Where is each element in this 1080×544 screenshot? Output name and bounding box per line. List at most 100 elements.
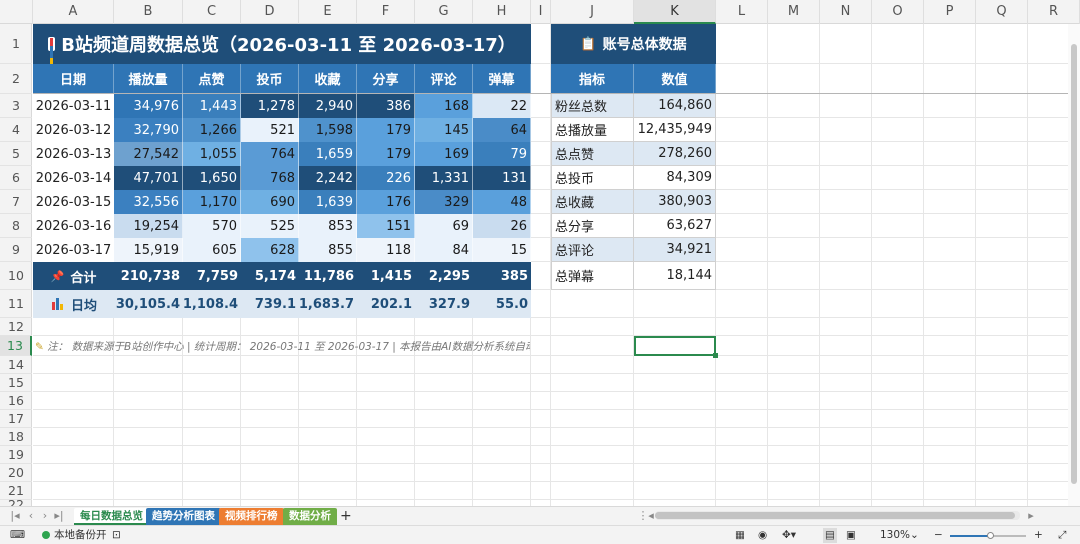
account-metric-cell[interactable]: 总弹幕: [551, 262, 634, 290]
column-header-q[interactable]: Q: [976, 0, 1028, 24]
column-header-p[interactable]: P: [924, 0, 976, 24]
backup-status[interactable]: 本地备份开: [42, 528, 107, 543]
zoom-in-button[interactable]: +: [1034, 528, 1043, 543]
sheet-grid[interactable]: B站频道周数据总览（2026-03-11 至 2026-03-17） 日期 播放量点…: [33, 24, 1068, 506]
column-header-b[interactable]: B: [114, 0, 183, 24]
data-cell[interactable]: 386: [357, 94, 415, 118]
data-cell[interactable]: 26: [473, 214, 531, 238]
row-header-13[interactable]: 13: [0, 336, 32, 356]
vertical-scroll-thumb[interactable]: [1071, 44, 1077, 484]
account-value-cell[interactable]: 164,860: [634, 94, 716, 118]
scroll-right-arrow-icon[interactable]: ▸: [1024, 508, 1038, 524]
date-cell[interactable]: 2026-03-13: [33, 142, 114, 166]
column-header-o[interactable]: O: [872, 0, 924, 24]
average-cell[interactable]: 55.0: [473, 290, 531, 318]
total-cell[interactable]: 385: [473, 262, 531, 290]
column-header-l[interactable]: L: [716, 0, 768, 24]
data-cell[interactable]: 19,254: [114, 214, 183, 238]
data-cell[interactable]: 27,542: [114, 142, 183, 166]
data-cell[interactable]: 521: [241, 118, 299, 142]
data-cell[interactable]: 1,598: [299, 118, 357, 142]
data-cell[interactable]: 329: [415, 190, 473, 214]
row-header-10[interactable]: 10: [0, 262, 32, 290]
data-cell[interactable]: 176: [357, 190, 415, 214]
row-header-20[interactable]: 20: [0, 464, 32, 482]
eye-protect-icon[interactable]: ◉: [758, 528, 767, 543]
prev-sheet-icon[interactable]: ‹: [24, 508, 38, 524]
data-cell[interactable]: 1,055: [183, 142, 241, 166]
column-header-h[interactable]: H: [473, 0, 531, 24]
vertical-scrollbar[interactable]: [1068, 24, 1080, 506]
account-metric-cell[interactable]: 总分享: [551, 214, 634, 238]
first-sheet-icon[interactable]: |◂: [8, 508, 22, 524]
column-header-m[interactable]: M: [768, 0, 820, 24]
page-break-icon[interactable]: ▣: [846, 528, 856, 543]
row-header-14[interactable]: 14: [0, 356, 32, 374]
data-cell[interactable]: 118: [357, 238, 415, 262]
add-sheet-button[interactable]: +: [340, 507, 352, 525]
data-cell[interactable]: 570: [183, 214, 241, 238]
total-cell[interactable]: 5,174: [241, 262, 299, 290]
data-cell[interactable]: 32,556: [114, 190, 183, 214]
row-header-17[interactable]: 17: [0, 410, 32, 428]
total-cell[interactable]: 210,738: [114, 262, 183, 290]
row-header-11[interactable]: 11: [0, 290, 32, 318]
data-cell[interactable]: 1,659: [299, 142, 357, 166]
data-cell[interactable]: 1,650: [183, 166, 241, 190]
last-sheet-icon[interactable]: ▸|: [52, 508, 66, 524]
data-cell[interactable]: 1,170: [183, 190, 241, 214]
header-cell-7[interactable]: 弹幕: [473, 64, 531, 94]
date-cell[interactable]: 2026-03-15: [33, 190, 114, 214]
row-header-3[interactable]: 3: [0, 94, 32, 118]
crosshair-icon[interactable]: ✥▾: [782, 528, 796, 543]
data-cell[interactable]: 168: [415, 94, 473, 118]
date-cell[interactable]: 2026-03-12: [33, 118, 114, 142]
data-cell[interactable]: 855: [299, 238, 357, 262]
account-metric-cell[interactable]: 总点赞: [551, 142, 634, 166]
average-cell[interactable]: 30,105.4: [114, 290, 183, 318]
data-cell[interactable]: 145: [415, 118, 473, 142]
account-metric-cell[interactable]: 粉丝总数: [551, 94, 634, 118]
zoom-dropdown-icon[interactable]: ⌄: [910, 528, 919, 543]
account-header-cell[interactable]: 数值: [634, 64, 716, 94]
zoom-slider-knob[interactable]: [987, 532, 994, 539]
total-cell[interactable]: 11,786: [299, 262, 357, 290]
row-header-9[interactable]: 9: [0, 238, 32, 262]
average-cell[interactable]: 1,683.7: [299, 290, 357, 318]
data-cell[interactable]: 15,919: [114, 238, 183, 262]
sheet-tab-2[interactable]: 视频排行榜: [219, 508, 284, 525]
row-header-15[interactable]: 15: [0, 374, 32, 392]
data-cell[interactable]: 32,790: [114, 118, 183, 142]
row-header-1[interactable]: 1: [0, 24, 32, 64]
account-metric-cell[interactable]: 总播放量: [551, 118, 634, 142]
column-header-g[interactable]: G: [415, 0, 473, 24]
row-header-6[interactable]: 6: [0, 166, 32, 190]
account-value-cell[interactable]: 84,309: [634, 166, 716, 190]
macro-icon[interactable]: ⌨: [10, 528, 25, 543]
column-header-a[interactable]: A: [33, 0, 114, 24]
total-cell[interactable]: 7,759: [183, 262, 241, 290]
data-cell[interactable]: 131: [473, 166, 531, 190]
zoom-value[interactable]: 130%: [880, 528, 910, 543]
header-cell-3[interactable]: 投币: [241, 64, 299, 94]
data-cell[interactable]: 34,976: [114, 94, 183, 118]
account-metric-cell[interactable]: 总收藏: [551, 190, 634, 214]
total-cell[interactable]: 2,295: [415, 262, 473, 290]
data-cell[interactable]: 47,701: [114, 166, 183, 190]
total-label-cell[interactable]: 📌 合计: [33, 262, 114, 290]
data-cell[interactable]: 525: [241, 214, 299, 238]
sheet-tab-3[interactable]: 数据分析: [283, 508, 337, 525]
account-value-cell[interactable]: 18,144: [634, 262, 716, 290]
column-header-i[interactable]: I: [531, 0, 551, 24]
sheet-tab-1[interactable]: 趋势分析图表: [146, 508, 221, 525]
account-metric-cell[interactable]: 总评论: [551, 238, 634, 262]
data-cell[interactable]: 84: [415, 238, 473, 262]
data-cell[interactable]: 1,331: [415, 166, 473, 190]
data-cell[interactable]: 2,242: [299, 166, 357, 190]
data-cell[interactable]: 764: [241, 142, 299, 166]
horizontal-scrollbar[interactable]: [655, 511, 1020, 520]
row-header-4[interactable]: 4: [0, 118, 32, 142]
data-cell[interactable]: 1,639: [299, 190, 357, 214]
row-header-2[interactable]: 2: [0, 64, 32, 94]
data-cell[interactable]: 64: [473, 118, 531, 142]
